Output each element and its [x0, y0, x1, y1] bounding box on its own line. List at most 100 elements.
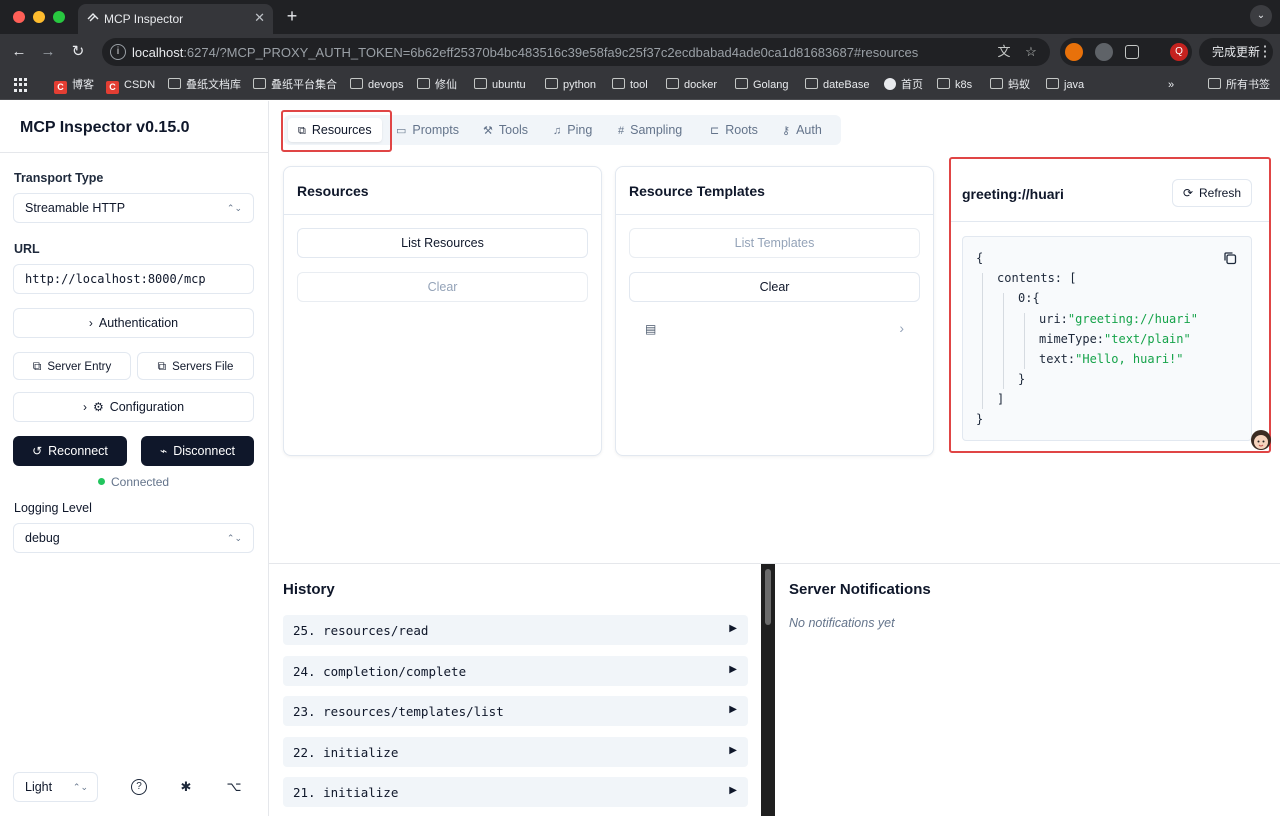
expand-triangle-icon[interactable]: ▶	[729, 623, 737, 634]
file-text-icon: ▤	[645, 322, 657, 336]
reconnect-button[interactable]: ↺ Reconnect	[13, 436, 127, 466]
menu-icon[interactable]: ⋮	[1254, 41, 1276, 63]
copy-icon[interactable]	[1223, 251, 1237, 265]
expand-triangle-icon[interactable]: ▶	[729, 785, 737, 796]
bookmark-item[interactable]: 叠纸文档库	[168, 77, 241, 93]
history-item[interactable]: 24. completion/complete ▶	[283, 655, 748, 686]
divider	[284, 214, 601, 215]
expand-triangle-icon[interactable]: ▶	[729, 704, 737, 715]
server-entry-button[interactable]: ⧉ Server Entry	[13, 352, 131, 380]
puzzle-icon[interactable]	[1125, 45, 1139, 59]
expand-triangle-icon[interactable]: ▶	[729, 664, 737, 675]
history-item-label: 22. initialize	[293, 744, 399, 760]
bookmark-item[interactable]: devops	[350, 77, 403, 93]
forward-icon[interactable]: →	[37, 41, 59, 63]
bookmark-item[interactable]: k8s	[937, 77, 972, 93]
bookmark-item[interactable]: docker	[666, 77, 717, 93]
bookmark-item[interactable]: dateBase	[805, 77, 869, 93]
history-item[interactable]: 22. initialize ▶	[283, 736, 748, 767]
tab-resources[interactable]: ⧉ Resources	[288, 118, 382, 142]
back-icon[interactable]: ←	[8, 41, 30, 63]
transport-type-value: Streamable HTTP	[25, 201, 126, 215]
bookmark-item[interactable]: 叠纸平台集合	[253, 77, 337, 93]
address-bar[interactable]: i localhost:6274/?MCP_PROXY_AUTH_TOKEN=6…	[102, 38, 1050, 66]
bookmark-item[interactable]: 修仙	[417, 77, 457, 93]
site-info-icon[interactable]: i	[110, 44, 126, 60]
tab-tools[interactable]: ⚒ Tools	[483, 118, 528, 142]
reload-icon[interactable]: ↻	[67, 41, 89, 63]
authentication-button[interactable]: › Authentication	[13, 308, 254, 338]
disconnect-button[interactable]: ⌁ Disconnect	[141, 436, 254, 466]
csdn-logo-icon: C	[106, 81, 119, 94]
clear-resources-button[interactable]: Clear	[297, 272, 588, 302]
tab-auth[interactable]: ⚷ Auth	[782, 118, 822, 142]
history-item[interactable]: 25. resources/read ▶	[283, 615, 748, 645]
tab-prompts[interactable]: ▭ Prompts	[396, 118, 459, 142]
status-dot	[98, 478, 105, 485]
chevron-up-down-icon: ⌃⌄	[72, 782, 88, 792]
url-input[interactable]: http://localhost:8000/mcp	[13, 264, 254, 294]
theme-value: Light	[25, 780, 53, 794]
bookmark-item[interactable]: tool	[612, 77, 648, 93]
more-bookmarks-icon[interactable]: »	[1168, 77, 1174, 93]
bookmark-item[interactable]: python	[545, 77, 596, 93]
folder-icon	[805, 78, 818, 89]
message-icon: ▭	[396, 125, 407, 137]
avatar[interactable]	[1250, 428, 1272, 452]
expand-triangle-icon[interactable]: ▶	[729, 745, 737, 756]
bug-icon[interactable]: ✱	[178, 779, 194, 795]
list-templates-button[interactable]: List Templates	[629, 228, 920, 258]
bookmark-item[interactable]: 首页	[884, 77, 923, 93]
notifications-empty-text: No notifications yet	[789, 616, 895, 630]
bookmark-item[interactable]: C 博客	[54, 77, 94, 94]
chevron-right-icon: ›	[88, 316, 93, 330]
resource-templates-title: Resource Templates	[629, 183, 765, 199]
close-window-button[interactable]	[13, 11, 25, 23]
close-tab-icon[interactable]: ✕	[254, 10, 265, 26]
tab-sampling[interactable]: # Sampling	[618, 118, 682, 142]
bookmark-item[interactable]: java	[1046, 77, 1084, 93]
refresh-button[interactable]: ⟳ Refresh	[1172, 179, 1252, 207]
theme-select[interactable]: Light ⌃⌄	[13, 772, 98, 802]
extension-icon[interactable]	[1065, 43, 1083, 61]
profile-avatar[interactable]: Q	[1170, 43, 1188, 61]
tab-roots[interactable]: ⊏ Roots	[710, 118, 758, 142]
mcp-logo-icon	[87, 13, 99, 22]
bookmark-item[interactable]: C CSDN	[106, 77, 155, 94]
folder-icon	[937, 78, 950, 89]
json-line: contents: [	[997, 271, 1077, 285]
github-icon[interactable]: ⌥	[226, 779, 242, 795]
logging-level-select[interactable]: debug ⌃⌄	[13, 523, 254, 553]
scrollbar[interactable]	[761, 564, 775, 816]
extension-icon[interactable]	[1095, 43, 1113, 61]
logging-level-value: debug	[25, 531, 60, 545]
transport-type-select[interactable]: Streamable HTTP ⌃⌄	[13, 193, 254, 223]
translate-icon[interactable]: 文	[995, 43, 1013, 61]
list-resources-button[interactable]: List Resources	[297, 228, 588, 258]
folder-icon	[1046, 78, 1059, 89]
connection-status: Connected	[98, 475, 169, 489]
bookmark-item[interactable]: 蚂蚁	[990, 77, 1030, 93]
maximize-window-button[interactable]	[53, 11, 65, 23]
minimize-window-button[interactable]	[33, 11, 45, 23]
history-item[interactable]: 23. resources/templates/list ▶	[283, 696, 748, 726]
bookmark-item[interactable]: Golang	[735, 77, 788, 93]
history-item[interactable]: 21. initialize ▶	[283, 777, 748, 807]
configuration-button[interactable]: › ⚙ Configuration	[13, 392, 254, 422]
tab-ping[interactable]: ♫ Ping	[553, 118, 592, 142]
servers-file-button[interactable]: ⧉ Servers File	[137, 352, 254, 380]
list-item[interactable]: ▤ ›	[629, 317, 920, 343]
new-tab-button[interactable]: +	[282, 6, 302, 27]
divider	[950, 221, 1270, 222]
help-icon[interactable]: ?	[131, 779, 147, 795]
folder-icon	[990, 78, 1003, 89]
browser-tab[interactable]: MCP Inspector ✕	[78, 4, 273, 34]
clear-templates-button[interactable]: Clear	[629, 272, 920, 302]
bookmark-star-icon[interactable]: ☆	[1022, 43, 1040, 61]
tab-search-icon[interactable]: ⌄	[1250, 5, 1272, 27]
bookmark-item[interactable]: ubuntu	[474, 77, 526, 93]
scrollbar-thumb[interactable]	[765, 569, 771, 625]
all-bookmarks[interactable]: 所有书签	[1208, 77, 1270, 93]
apps-grid-icon[interactable]	[14, 78, 28, 92]
csdn-logo-icon: C	[54, 81, 67, 94]
